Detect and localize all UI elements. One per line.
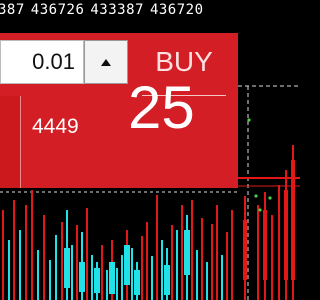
- chart-candle-body: [184, 230, 190, 275]
- chart-candle-body: [79, 262, 85, 292]
- chart-candle-body: [164, 265, 170, 295]
- chart-candle-body: [64, 248, 70, 288]
- sell-price-button[interactable]: [0, 96, 21, 188]
- price-header-value: 433387: [90, 2, 144, 18]
- chart-marker: [268, 196, 272, 200]
- lot-size-stepper[interactable]: [84, 40, 128, 84]
- buy-price-small-digits: 4449: [32, 115, 79, 138]
- chart-candle-body: [243, 220, 247, 280]
- price-header-value: 436720: [149, 2, 204, 18]
- chart-candle-body: [284, 190, 288, 280]
- chart-candle-body: [134, 270, 140, 295]
- buy-price-big-digits: 25: [128, 74, 195, 141]
- one-click-trading-panel: 0.01 BUY: [0, 33, 238, 188]
- chart-marker: [254, 194, 258, 198]
- price-header: 387 436726 433387 436720: [0, 0, 300, 30]
- chart-candle-body: [109, 262, 115, 294]
- chart-candle-body: [124, 245, 130, 285]
- price-header-value: 387: [0, 2, 25, 18]
- chart-candle-body: [94, 268, 100, 293]
- chart-marker: [247, 118, 251, 122]
- price-header-value: 436726: [30, 2, 85, 18]
- arrow-up-icon: [101, 58, 111, 66]
- chart-marker: [258, 208, 262, 212]
- chart-candle-body: [291, 160, 295, 280]
- lot-size-input[interactable]: 0.01: [0, 40, 84, 84]
- chart-candle-body: [263, 210, 267, 280]
